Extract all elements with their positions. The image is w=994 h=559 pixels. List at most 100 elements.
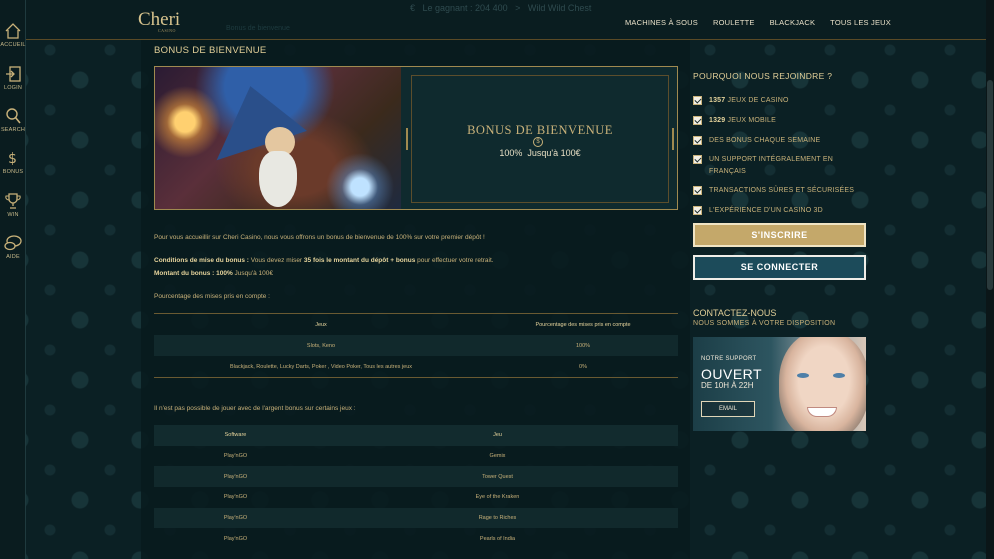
table-row: Play'nGO Pearls of India [154,528,678,549]
column-header: Jeux [315,321,327,328]
checkbox-icon [693,116,702,125]
sidebar-item-win[interactable]: WIN [0,192,26,218]
conditions-bold: 35 fois le montant du dépôt + bonus [303,257,416,264]
main-content: BONUS DE BIENVENUE BONUS DE BIENVENUE $ … [141,40,690,559]
amount-text: Montant du bonus : 100% Jusqu'à 100€ [154,270,273,277]
checkbox-icon [693,136,702,145]
nav-roulette[interactable]: ROULETTE [713,18,755,27]
support-status: OUVERT [701,366,763,382]
wizard-illustration [155,67,401,209]
banner-heading: BONUS DE BIENVENUE [467,123,613,137]
table-header: Software Jeu [154,425,678,446]
nav-blackjack[interactable]: BLACKJACK [770,18,816,27]
breadcrumb: Bonus de bienvenue [226,25,290,32]
amount-tail: Jusqu'à 100€ [232,270,274,277]
nav-machines-a-sous[interactable]: MACHINES À SOUS [625,18,698,27]
restricted-games-table: Software Jeu Play'nGO Gemix Play'nGO Tow… [154,425,678,549]
logo-subtitle: CASINO [158,28,176,33]
benefit-label: JEUX MOBILE [725,117,777,124]
banner-offer: 100% Jusqu'à 100€ [499,148,581,158]
search-icon [6,108,21,124]
sidebar-item-search[interactable]: SEARCH [0,107,26,133]
benefit-count: 1357 [709,97,726,104]
winner-ticker: € Le gagnant : 204 400 > Wild Wild Chest [410,3,592,13]
benefit-item: UN SUPPORT INTÉGRALEMENT EN FRANÇAIS [693,155,866,178]
welcome-bonus-banner: BONUS DE BIENVENUE $ 100% Jusqu'à 100€ [154,66,678,210]
benefit-item: 1357 JEUX DE CASINO [693,96,866,107]
email-button[interactable]: EMAIL [701,401,755,417]
contact-title: CONTACTEZ-NOUS [693,308,777,318]
column-header: Pourcentage des mises pris en compte [535,321,631,328]
benefit-item: L'EXPÉRIENCE D'UN CASINO 3D [693,206,866,217]
login-button[interactable]: SE CONNECTER [693,255,866,280]
support-banner: NOTRE SUPPORT OUVERT DE 10H À 22H EMAIL [693,337,866,431]
sidebar-item-label: AIDE [6,254,20,260]
login-icon [6,66,21,82]
table-row: Slots, Keno 100% [154,335,678,356]
scrollbar-thumb[interactable] [987,80,993,290]
checkbox-icon [693,186,702,195]
chat-icon [4,235,22,251]
table-cell: 100% [575,342,591,349]
top-nav: MACHINES À SOUS ROULETTE BLACKJACK TOUS … [625,18,891,27]
intro-text: Pour vous accueillir sur Cheri Casino, n… [154,234,485,241]
svg-text:$: $ [8,151,17,167]
sidebar-item-bonus[interactable]: $ BONUS [0,149,26,175]
table-cell: Blackjack, Roulette, Lucky Darts, Poker … [230,363,412,370]
table-header: Jeux Pourcentage des mises pris en compt… [154,314,678,335]
nav-tous-les-jeux[interactable]: TOUS LES JEUX [830,18,891,27]
conditions-tail: pour effectuer votre retrait. [415,257,494,264]
benefit-text: 1357 JEUX DE CASINO [709,95,789,107]
table-cell: Gemix [489,453,506,460]
percentage-label: Pourcentage des mises pris en compte : [154,293,270,300]
table-cell: 0% [579,363,587,370]
why-join-title: POURQUOI NOUS REJOINDRE ? [693,71,833,81]
table-cell: Play'nGO [223,535,248,542]
table-cell: Rage to Riches [478,515,517,522]
page-title: BONUS DE BIENVENUE [154,45,267,56]
benefit-item: 1329 JEUX MOBILE [693,116,866,127]
logo[interactable]: Cheri CASINO [138,9,180,33]
sidebar-item-accueil[interactable]: ACCUEIL [0,22,26,48]
benefit-item: DES BONUS CHAQUE SEMAINE [693,136,866,147]
conditions-label: Conditions de mise du bonus : [154,257,249,264]
benefit-label: DES BONUS CHAQUE SEMAINE [709,137,821,144]
table-cell: Tower Quest [482,473,513,480]
table-row: Play'nGO Tower Quest [154,466,678,488]
sidebar-item-aide[interactable]: AIDE [0,234,26,260]
benefit-label: JEUX DE CASINO [725,97,789,104]
benefit-item: TRANSACTIONS SÛRES ET SÉCURISÉES [693,186,866,197]
benefit-label: L'EXPÉRIENCE D'UN CASINO 3D [709,207,823,214]
checkbox-icon [693,155,702,164]
sidebar-item-label: SEARCH [0,127,26,133]
conditions-text: Conditions de mise du bonus : Vous devez… [154,257,494,264]
sidebar-item-label: ACCUEIL [0,42,26,48]
restricted-games-label: Il n'est pas possible de jouer avec de l… [154,405,356,412]
table-row: Blackjack, Roulette, Lucky Darts, Poker … [154,356,678,377]
amount-label: Montant du bonus : 100% [154,270,233,277]
home-icon [5,23,21,39]
table-cell: Play'nGO [223,515,248,522]
sidebar-item-label: LOGIN [3,85,23,91]
table-cell: Play'nGO [223,494,248,501]
checkbox-icon [693,96,702,105]
left-sidebar: ACCUEIL LOGIN SEARCH $ BONUS WIN AIDE [0,0,26,559]
table-row: Play'nGO Rage to Riches [154,507,678,529]
table-cell: Eye of the Kraken [475,494,520,501]
scrollbar[interactable] [986,0,994,559]
conditions-text-part: Vous devez miser [248,257,304,264]
support-hours: DE 10H À 22H [701,381,754,390]
signup-button[interactable]: S'INSCRIRE [693,223,866,247]
bonus-icon: $ [8,151,17,167]
table-cell: Play'nGO [223,453,248,460]
trophy-icon [5,193,21,209]
checkbox-icon [693,206,702,215]
column-header: Jeu [493,432,502,439]
top-header: Cheri CASINO € Le gagnant : 204 400 > Wi… [26,0,986,40]
contact-subtitle: NOUS SOMMES À VOTRE DISPOSITION [693,320,836,327]
table-cell: Slots, Keno [306,342,336,349]
sidebar-item-label: BONUS [2,169,24,175]
table-row: Play'nGO Eye of the Kraken [154,487,678,508]
support-label: NOTRE SUPPORT [701,356,757,362]
sidebar-item-login[interactable]: LOGIN [0,65,26,91]
